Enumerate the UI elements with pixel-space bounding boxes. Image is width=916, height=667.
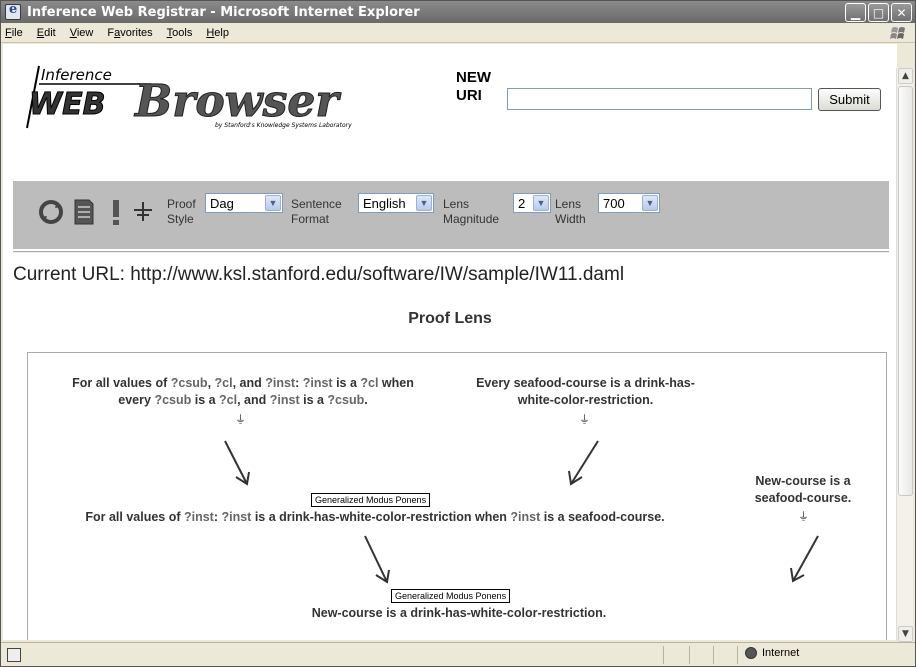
status-bar: Internet	[1, 642, 915, 666]
title-bar: Inference Web Registrar - Microsoft Inte…	[1, 1, 915, 23]
premise-1[interactable]: For all values of ?csub, ?cl, and ?inst:…	[33, 375, 453, 409]
menu-edit[interactable]: Edit	[37, 27, 56, 39]
scroll-up-icon[interactable]: ▲	[898, 68, 913, 84]
lens-width-select[interactable]: 700 ▼	[598, 193, 660, 213]
inference-web-logo: Inference WEB Browser by Stanford's Know…	[25, 64, 445, 130]
lens-width-label: Lens Width	[555, 197, 586, 226]
rule-badge-2[interactable]: Generalized Modus Ponens	[391, 589, 511, 603]
chevron-down-icon: ▼	[533, 195, 549, 211]
logo-inference-text: Inference	[41, 66, 112, 84]
proof-lens-title: Proof Lens	[408, 310, 492, 327]
logo-byline: by Stanford's Knowledge Systems Laborato…	[215, 122, 352, 129]
page-status-icon	[7, 648, 21, 662]
logo-web-text: WEB	[29, 87, 105, 122]
proof-style-select[interactable]: Dag ▼	[205, 193, 283, 213]
rule-badge-1[interactable]: Generalized Modus Ponens	[311, 493, 431, 507]
premise-1-tack-icon[interactable]: ⏚	[235, 411, 246, 427]
menu-tools[interactable]: Tools	[167, 27, 193, 39]
current-url: Current URL: http://www.ksl.stanford.edu…	[13, 264, 625, 285]
menu-help[interactable]: Help	[206, 27, 229, 39]
page-content: Inference WEB Browser by Stanford's Know…	[3, 44, 897, 640]
browser-window: Inference Web Registrar - Microsoft Inte…	[0, 0, 916, 667]
ie-icon	[5, 2, 21, 20]
final-conclusion[interactable]: New-course is a drink-has-white-color-re…	[259, 605, 659, 622]
uri-input[interactable]	[507, 88, 812, 110]
sentence-format-label: Sentence Format	[291, 197, 342, 226]
lens-magnitude-select[interactable]: 2 ▼	[513, 193, 551, 213]
logo-browser-text: Browser	[133, 76, 341, 127]
refresh-icon[interactable]	[38, 199, 64, 225]
new-uri-label: NEW URI	[456, 69, 491, 104]
chevron-down-icon: ▼	[642, 195, 658, 211]
premise-2[interactable]: Every seafood-course is a drink-has- whi…	[453, 375, 718, 409]
menu-file[interactable]: File	[5, 27, 23, 39]
premise-3-tack-icon[interactable]: ⏚	[798, 508, 809, 524]
exclamation-icon[interactable]	[111, 198, 121, 226]
globe-icon	[745, 647, 757, 659]
ground-symbol-icon[interactable]	[133, 201, 153, 223]
intermediate-conclusion[interactable]: For all values of ?inst: ?inst is a drin…	[15, 509, 735, 526]
divider	[13, 251, 889, 253]
menu-bar: File Edit View Favorites Tools Help	[1, 23, 915, 43]
premise-2-tack-icon[interactable]: ⏚	[579, 411, 590, 427]
chevron-down-icon: ▼	[265, 195, 281, 211]
menu-favorites[interactable]: Favorites	[107, 27, 152, 39]
scroll-thumb[interactable]	[898, 86, 913, 496]
windows-logo-icon	[890, 27, 905, 39]
lens-magnitude-label: Lens Magnitude	[443, 197, 500, 226]
maximize-button[interactable]: □	[868, 3, 889, 22]
security-zone: Internet	[745, 647, 799, 659]
menu-view[interactable]: View	[70, 27, 94, 39]
window-title: Inference Web Registrar - Microsoft Inte…	[27, 4, 420, 20]
premise-3[interactable]: New-course is a seafood-course.	[738, 473, 868, 507]
submit-button[interactable]: Submit	[818, 88, 881, 111]
document-icon[interactable]	[73, 198, 95, 226]
close-button[interactable]: ✕	[891, 3, 912, 22]
minimize-button[interactable]: ▁	[845, 3, 866, 22]
proof-style-label: Proof Style	[167, 197, 196, 226]
zone-label: Internet	[762, 647, 800, 659]
lens-toolbar: Proof Style Dag ▼ Sentence Format English ▼ …	[13, 181, 889, 249]
sentence-format-select[interactable]: English ▼	[358, 193, 434, 213]
chevron-down-icon: ▼	[416, 195, 432, 211]
vertical-scrollbar[interactable]: ▲ ▼	[896, 68, 913, 642]
scroll-down-icon[interactable]: ▼	[898, 626, 913, 642]
